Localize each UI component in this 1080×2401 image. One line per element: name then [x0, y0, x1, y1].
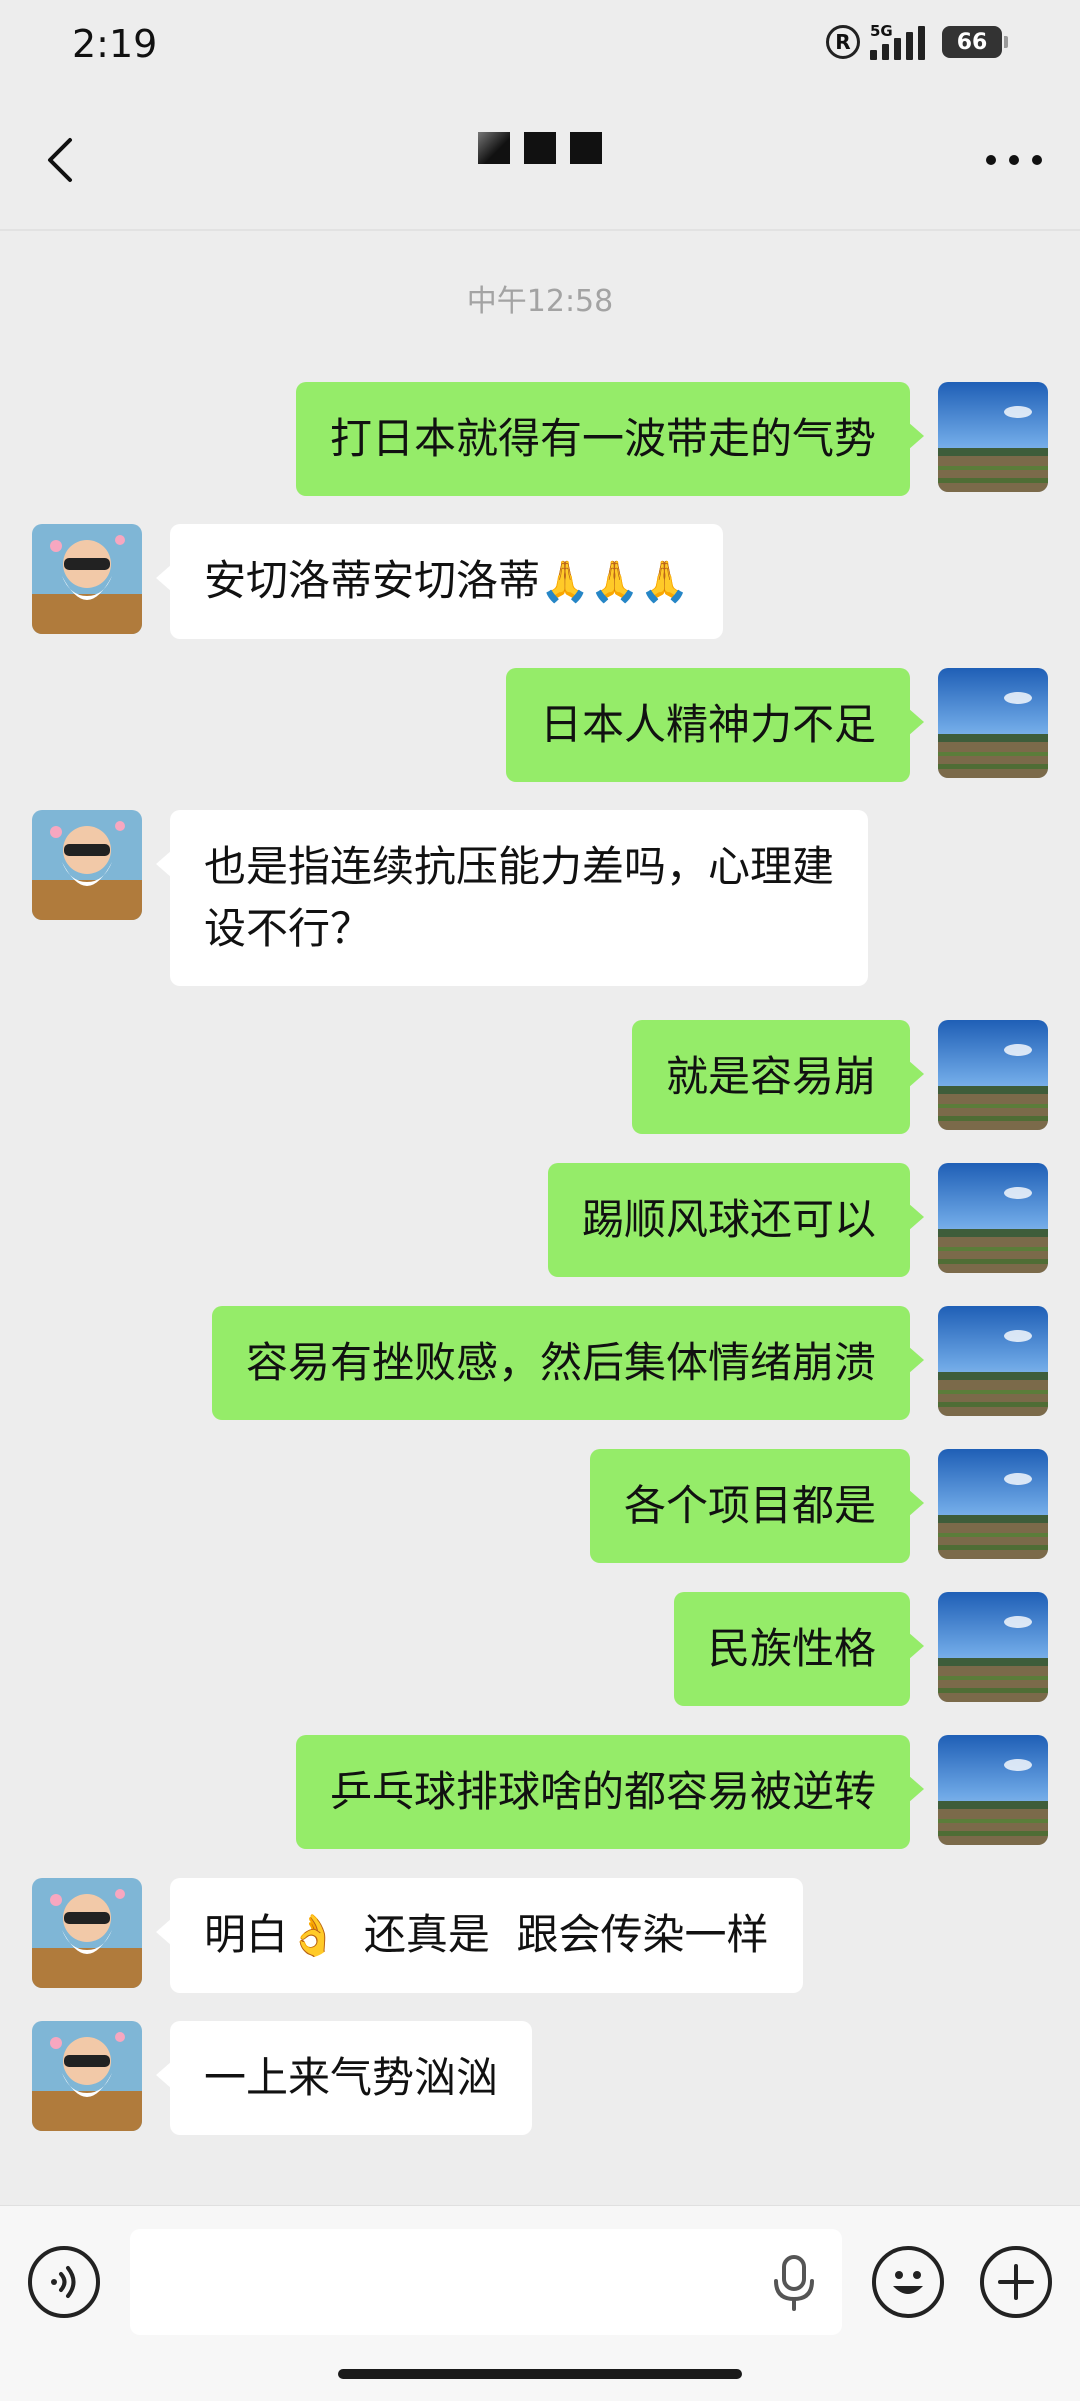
- battery-level: 66: [956, 29, 988, 55]
- chat-input-bar: [0, 2205, 1080, 2401]
- my-avatar[interactable]: [938, 1020, 1048, 1130]
- message-bubble-received[interactable]: 明白👌 还真是 跟会传染一样: [156, 1878, 803, 1993]
- contact-avatar[interactable]: [32, 2021, 142, 2131]
- home-indicator[interactable]: [338, 2369, 742, 2379]
- my-avatar[interactable]: [938, 1306, 1048, 1416]
- more-button[interactable]: [986, 140, 1042, 180]
- my-avatar[interactable]: [938, 1163, 1048, 1273]
- emoji-button[interactable]: [872, 2246, 944, 2318]
- status-time: 2:19: [72, 22, 158, 66]
- more-dot-icon: [1032, 155, 1042, 165]
- message-bubble-sent[interactable]: 乒乓球排球啥的都容易被逆转: [295, 1735, 925, 1849]
- contact-avatar[interactable]: [32, 524, 142, 634]
- contact-avatar[interactable]: [32, 810, 142, 920]
- voice-icon: [51, 2266, 76, 2298]
- my-avatar[interactable]: [938, 1735, 1048, 1845]
- my-avatar[interactable]: [938, 382, 1048, 492]
- message-bubble-sent[interactable]: 各个项目都是: [589, 1449, 925, 1563]
- add-button[interactable]: [980, 2246, 1052, 2318]
- chat-title-masked: [0, 132, 1080, 164]
- my-avatar[interactable]: [938, 1592, 1048, 1702]
- message-bubble-sent[interactable]: 容易有挫败感，然后集体情绪崩溃: [211, 1306, 925, 1420]
- emoji-icon: [893, 2271, 923, 2294]
- pray-emoji-icon: 🙏🙏🙏: [540, 559, 690, 605]
- message-bubble-sent[interactable]: 打日本就得有一波带走的气势: [295, 382, 925, 496]
- message-bubble-received[interactable]: 一上来气势汹汹: [155, 2021, 533, 2135]
- microphone-icon[interactable]: [772, 2255, 816, 2311]
- registered-icon: R: [826, 25, 860, 59]
- signal-icon: 5G: [870, 22, 932, 62]
- message-bubble-sent[interactable]: 踢顺风球还可以: [547, 1163, 925, 1277]
- my-avatar[interactable]: [938, 668, 1048, 778]
- status-bar: 2:19 R 5G 66: [0, 0, 1080, 90]
- message-bubble-received[interactable]: 安切洛蒂安切洛蒂🙏🙏🙏: [155, 524, 724, 639]
- chat-timestamp: 中午12:58: [466, 284, 614, 319]
- network-type: 5G: [870, 22, 893, 40]
- add-icon: [998, 2264, 1034, 2300]
- my-avatar[interactable]: [938, 1449, 1048, 1559]
- message-bubble-sent[interactable]: 民族性格: [673, 1592, 925, 1706]
- chat-header: [0, 90, 1080, 230]
- more-dot-icon: [986, 155, 996, 165]
- message-bubble-sent[interactable]: 日本人精神力不足: [505, 668, 925, 782]
- battery-icon: 66: [942, 26, 1008, 58]
- header-divider: [0, 229, 1080, 231]
- more-dot-icon: [1009, 155, 1019, 165]
- message-bubble-sent[interactable]: 就是容易崩: [631, 1020, 925, 1134]
- message-input[interactable]: [130, 2229, 842, 2335]
- contact-avatar[interactable]: [32, 1878, 142, 1988]
- voice-toggle-button[interactable]: [28, 2246, 100, 2318]
- ok-hand-emoji-icon: 👌: [288, 1913, 338, 1959]
- message-bubble-received[interactable]: 也是指连续抗压能力差吗，心理建 设不行？: [155, 810, 869, 986]
